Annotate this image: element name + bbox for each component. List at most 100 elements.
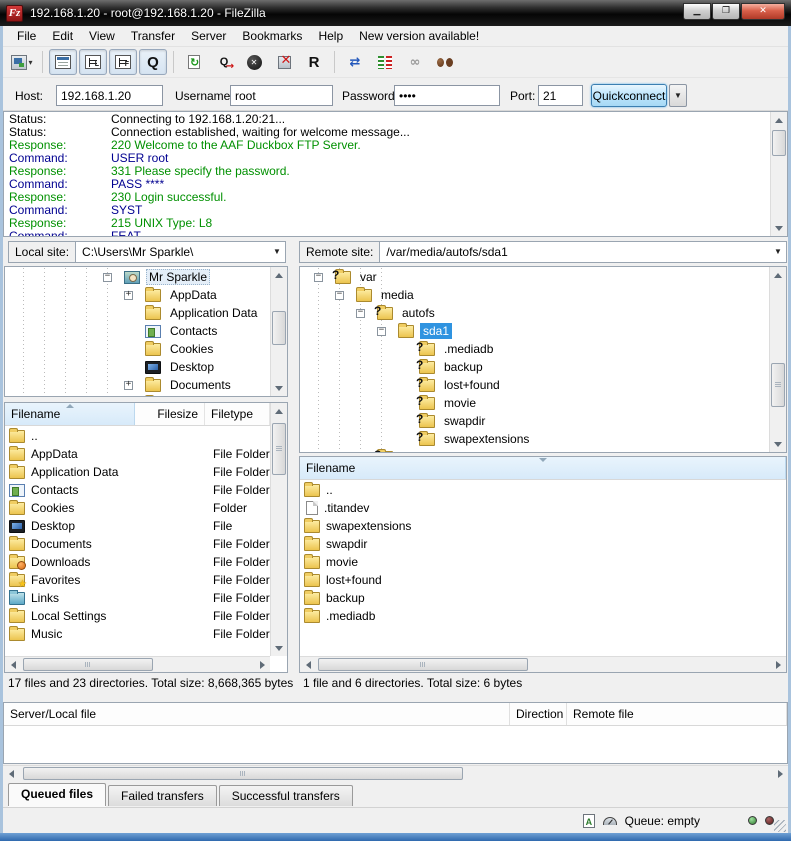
queue-tab[interactable]: Queued files — [8, 783, 106, 806]
maximize-button[interactable]: ❐ — [712, 3, 740, 20]
tree-expander-icon[interactable] — [356, 309, 365, 318]
tree-expander-icon[interactable] — [314, 273, 323, 282]
menu-item[interactable]: Bookmarks — [234, 27, 310, 45]
column-header-direction[interactable]: Direction — [510, 703, 567, 725]
remote-tree-item[interactable]: backup — [300, 358, 769, 376]
local-tree-item[interactable]: Cookies — [5, 340, 270, 358]
remote-tree-item[interactable]: sda1 — [300, 322, 769, 340]
menu-item[interactable]: File — [9, 27, 44, 45]
resize-grip[interactable] — [774, 820, 786, 832]
remote-tree-item[interactable]: var — [300, 268, 769, 286]
local-file-row[interactable]: Local Settings File Folder — [5, 607, 270, 625]
tree-expander-icon[interactable] — [335, 291, 344, 300]
combo-arrow-icon[interactable]: ▼ — [269, 242, 285, 262]
remote-list-hscrollbar[interactable] — [300, 656, 786, 672]
menu-item[interactable]: Help — [310, 27, 351, 45]
menu-item[interactable]: View — [81, 27, 123, 45]
remote-tree-item[interactable]: lost+found — [300, 376, 769, 394]
local-file-row[interactable]: Contacts File Folder — [5, 481, 270, 499]
column-header-filesize[interactable]: Filesize — [135, 403, 205, 425]
local-tree-item[interactable]: AppData — [5, 286, 270, 304]
tree-expander-icon[interactable] — [124, 381, 133, 390]
local-site-path[interactable]: C:\Users\Mr Sparkle\ — [76, 242, 269, 262]
local-tree-item[interactable]: Desktop — [5, 358, 270, 376]
site-manager-button[interactable]: ▾ — [8, 49, 36, 75]
remote-tree-item[interactable]: movie — [300, 394, 769, 412]
log-scrollbar[interactable] — [770, 112, 787, 236]
host-input[interactable] — [56, 85, 163, 106]
tree-expander-icon[interactable] — [377, 327, 386, 336]
quickconnect-button[interactable]: Quickconnect — [591, 84, 667, 107]
local-file-row[interactable]: .. — [5, 427, 270, 445]
port-input[interactable] — [538, 85, 583, 106]
local-list-vscrollbar[interactable] — [270, 403, 287, 656]
remote-file-row[interactable]: .mediadb — [300, 607, 786, 625]
remote-site-path[interactable]: /var/media/autofs/sda1 — [380, 242, 770, 262]
local-file-row[interactable]: Desktop File — [5, 517, 270, 535]
local-tree-item[interactable]: Downloads — [5, 394, 270, 396]
queue-tab[interactable]: Successful transfers — [219, 785, 353, 806]
synchronized-browsing-button[interactable]: ⇄ — [341, 49, 369, 75]
remote-file-row[interactable]: lost+found — [300, 571, 786, 589]
remote-tree-item[interactable]: swapdir — [300, 412, 769, 430]
column-header-server-local-file[interactable]: Server/Local file — [4, 703, 510, 725]
remote-tree-item[interactable]: media — [300, 286, 769, 304]
remote-file-row[interactable]: .. — [300, 481, 786, 499]
directory-comparison-button[interactable] — [371, 49, 399, 75]
local-file-row[interactable]: Downloads File Folder — [5, 553, 270, 571]
local-file-row[interactable]: AppData File Folder — [5, 445, 270, 463]
toggle-queue-button[interactable]: Q — [139, 49, 167, 75]
remote-file-row[interactable]: .titandev — [300, 499, 786, 517]
local-tree-item[interactable]: Mr Sparkle — [5, 268, 270, 286]
cancel-button[interactable]: ✕ — [240, 49, 268, 75]
minimize-button[interactable]: ▁ — [683, 3, 711, 20]
toggle-message-log-button[interactable] — [49, 49, 77, 75]
local-tree-scrollbar[interactable] — [270, 267, 287, 396]
menu-item-new-version[interactable]: New version available! — [351, 27, 487, 45]
local-tree-item[interactable]: Contacts — [5, 322, 270, 340]
local-site-combo[interactable]: Local site: C:\Users\Mr Sparkle\ ▼ — [8, 241, 286, 263]
local-file-row[interactable]: Links File Folder — [5, 589, 270, 607]
toggle-remote-tree-button[interactable]: F — [109, 49, 137, 75]
remote-tree-item[interactable]: .mediadb — [300, 340, 769, 358]
remote-site-combo[interactable]: Remote site: /var/media/autofs/sda1 ▼ — [299, 241, 787, 263]
remote-tree-item[interactable]: dvd — [300, 448, 769, 452]
remote-file-row[interactable]: swapextensions — [300, 517, 786, 535]
local-file-row[interactable]: Cookies Folder — [5, 499, 270, 517]
local-file-row[interactable]: Favorites File Folder — [5, 571, 270, 589]
remote-tree-item[interactable]: swapextensions — [300, 430, 769, 448]
column-header-remote-file[interactable]: Remote file — [567, 703, 787, 725]
find-files-button[interactable]: ∞ — [401, 49, 429, 75]
remote-file-row[interactable]: swapdir — [300, 535, 786, 553]
menu-item[interactable]: Server — [183, 27, 234, 45]
local-tree-item[interactable]: Application Data — [5, 304, 270, 322]
reconnect-button[interactable]: R — [300, 49, 328, 75]
toggle-local-tree-button[interactable]: L — [79, 49, 107, 75]
disconnect-button[interactable] — [270, 49, 298, 75]
local-file-row[interactable]: Application Data File Folder — [5, 463, 270, 481]
process-queue-button[interactable]: Q — [210, 49, 238, 75]
local-tree-item[interactable]: Documents — [5, 376, 270, 394]
close-button[interactable]: ✕ — [741, 3, 785, 20]
search-button[interactable] — [431, 49, 459, 75]
combo-arrow-icon[interactable]: ▼ — [770, 242, 786, 262]
local-list-hscrollbar[interactable] — [5, 656, 270, 672]
remote-file-row[interactable]: movie — [300, 553, 786, 571]
queue-tab[interactable]: Failed transfers — [108, 785, 217, 806]
title-bar[interactable]: Fz 192.168.1.20 - root@192.168.1.20 - Fi… — [0, 0, 791, 26]
username-input[interactable] — [230, 85, 333, 106]
local-file-row[interactable]: Documents File Folder — [5, 535, 270, 553]
scroll-down-icon[interactable] — [775, 226, 783, 231]
column-header-filename[interactable]: Filename — [5, 403, 135, 425]
column-header-filename[interactable]: Filename — [300, 457, 786, 479]
remote-tree-item[interactable]: autofs — [300, 304, 769, 322]
menu-item[interactable]: Edit — [44, 27, 81, 45]
remote-file-row[interactable]: backup — [300, 589, 786, 607]
menu-item[interactable]: Transfer — [123, 27, 183, 45]
password-input[interactable] — [394, 85, 500, 106]
queue-hscrollbar[interactable] — [3, 765, 788, 781]
column-header-filetype[interactable]: Filetype — [205, 403, 270, 425]
local-file-row[interactable]: Music File Folder — [5, 625, 270, 643]
scroll-up-icon[interactable] — [775, 118, 783, 123]
remote-tree-scrollbar[interactable] — [769, 267, 786, 452]
